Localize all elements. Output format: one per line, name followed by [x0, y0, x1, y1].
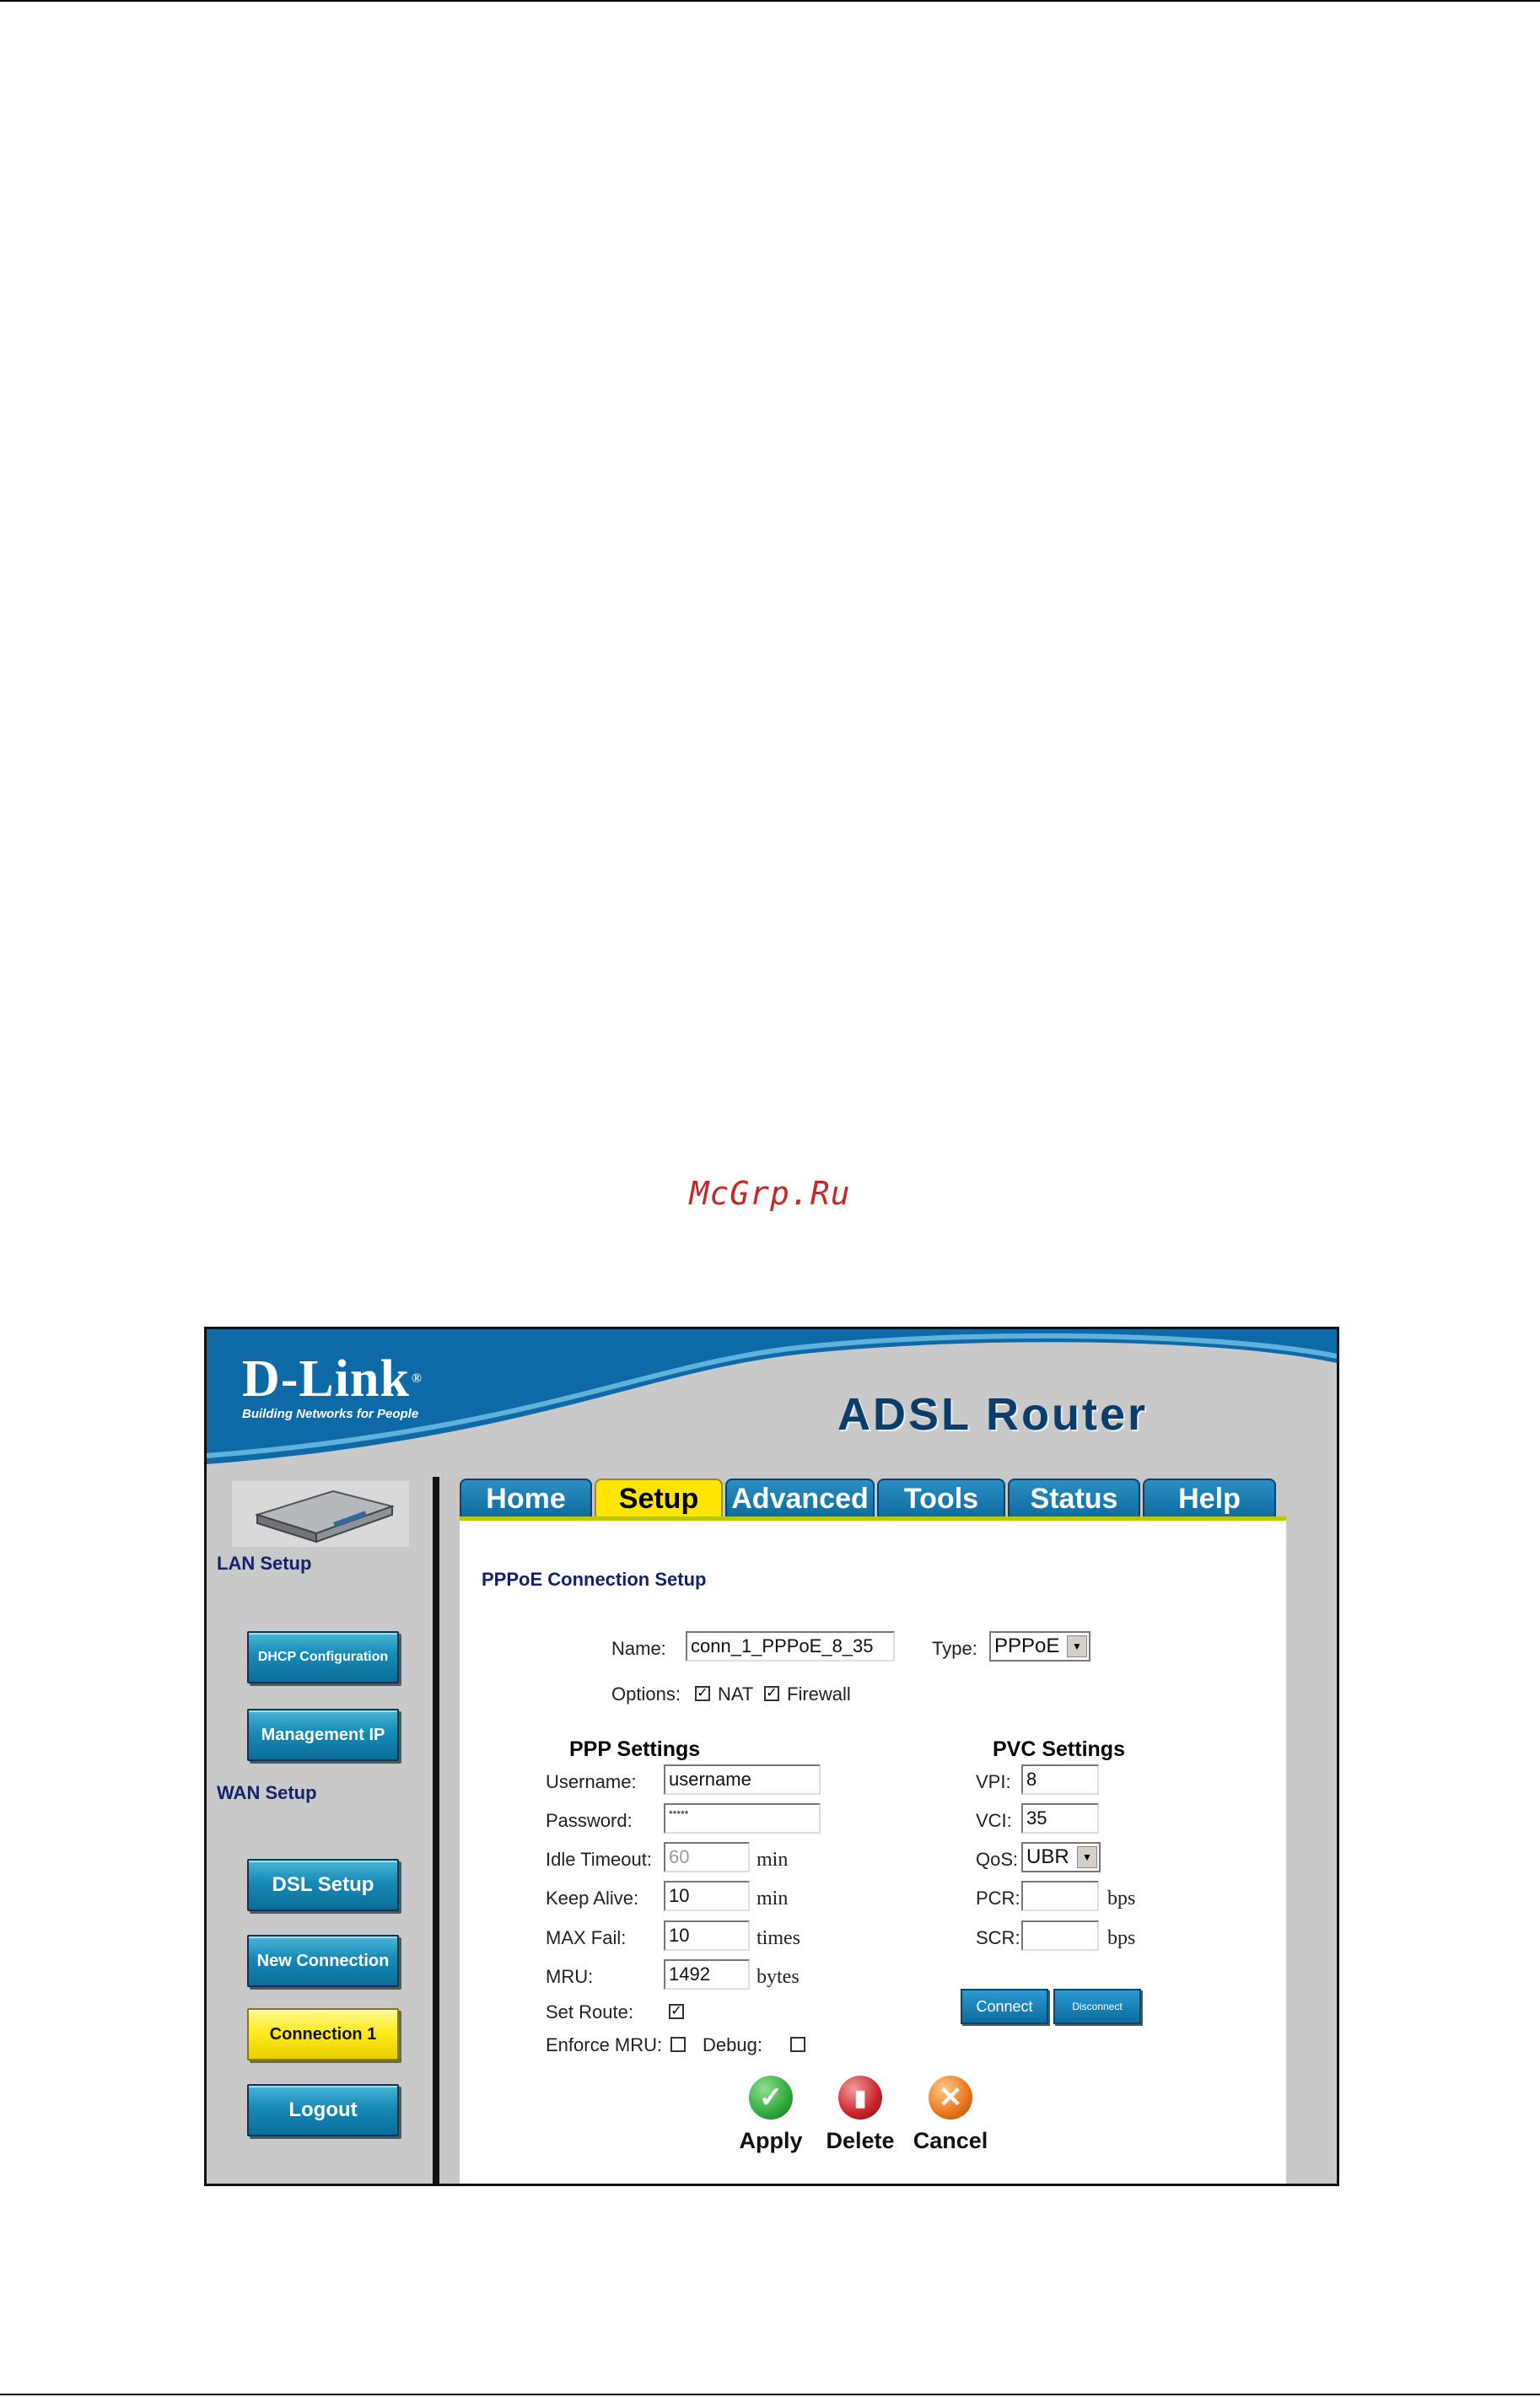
vpi-label: VPI: [976, 1771, 1011, 1792]
sidebar: LAN Setup DHCP Configuration Management … [207, 1477, 434, 2184]
sidebar-divider [433, 1477, 439, 2184]
tab-tools[interactable]: Tools [877, 1479, 1005, 1517]
bottom-rule [0, 2394, 1540, 2395]
pcr-input[interactable] [1021, 1881, 1099, 1911]
pvc-settings-heading: PVC Settings [993, 1737, 1125, 1761]
tab-setup[interactable]: Setup [595, 1479, 723, 1517]
page-title: PPPoE Connection Setup [482, 1569, 707, 1590]
keep-alive-label: Keep Alive: [546, 1888, 639, 1909]
mru-unit: bytes [757, 1966, 800, 1988]
vpi-input[interactable] [1021, 1764, 1099, 1795]
dlink-logo: D-Link ® Building Networks for People [242, 1350, 423, 1421]
connection-name-input[interactable] [686, 1631, 895, 1662]
checkmark-icon: ✓ [749, 2076, 793, 2120]
cancel-button[interactable]: ✕ Cancel [904, 2076, 997, 2154]
header-banner: D-Link ® Building Networks for People ADS… [207, 1329, 1337, 1477]
disconnect-button[interactable]: Disconnect [1053, 1989, 1141, 2024]
pcr-unit: bps [1107, 1888, 1136, 1910]
password-input[interactable]: ***** [664, 1803, 821, 1834]
keep-alive-unit: min [757, 1888, 789, 1910]
right-margin [1286, 1477, 1337, 2184]
tab-advanced[interactable]: Advanced [725, 1479, 875, 1517]
watermark: McGrp.Ru [689, 1175, 851, 1212]
pcr-label: PCR: [976, 1888, 1020, 1909]
tab-status[interactable]: Status [1008, 1479, 1140, 1517]
name-label: Name: [611, 1638, 666, 1659]
max-fail-unit: times [757, 1927, 800, 1949]
trash-icon: ▮ [838, 2076, 882, 2120]
qos-label: QoS: [976, 1849, 1019, 1870]
lan-setup-label: LAN Setup [217, 1553, 312, 1574]
enforce-mru-checkbox[interactable] [670, 2037, 686, 2052]
firewall-checkbox[interactable]: ✓ [764, 1686, 779, 1701]
product-title: ADSL Router [837, 1389, 1149, 1440]
close-icon: ✕ [929, 2076, 972, 2120]
idle-timeout-input[interactable] [664, 1842, 750, 1872]
idle-timeout-unit: min [757, 1849, 789, 1871]
max-fail-input[interactable] [664, 1920, 750, 1951]
scr-input[interactable] [1021, 1920, 1099, 1951]
vci-label: VCI: [976, 1810, 1012, 1831]
scr-unit: bps [1107, 1927, 1136, 1949]
management-ip-button[interactable]: Management IP [247, 1709, 399, 1761]
debug-label: Debug: [703, 2034, 762, 2055]
firewall-label: Firewall [787, 1683, 851, 1705]
connect-button[interactable]: Connect [961, 1989, 1048, 2024]
ppp-settings-heading: PPP Settings [569, 1737, 701, 1761]
username-input[interactable] [664, 1764, 821, 1795]
debug-checkbox[interactable] [790, 2037, 805, 2052]
enforce-mru-label: Enforce MRU: [546, 2034, 663, 2055]
options-label: Options: [611, 1683, 681, 1705]
main-content: PPPoE Connection Setup Name: Type: PPPoE… [460, 1521, 1286, 2184]
wan-setup-label: WAN Setup [217, 1782, 317, 1803]
logout-button[interactable]: Logout [247, 2084, 399, 2136]
keep-alive-input[interactable] [664, 1881, 750, 1911]
scr-label: SCR: [976, 1927, 1020, 1948]
chevron-down-icon: ▼ [1077, 1846, 1097, 1868]
set-route-checkbox[interactable]: ✓ [669, 2004, 684, 2019]
apply-button[interactable]: ✓ Apply [724, 2076, 817, 2154]
apply-label: Apply [739, 2128, 803, 2153]
delete-button[interactable]: ▮ Delete [814, 2076, 907, 2154]
vci-input[interactable] [1021, 1803, 1099, 1834]
username-label: Username: [546, 1771, 637, 1792]
max-fail-label: MAX Fail: [546, 1927, 627, 1948]
type-label: Type: [932, 1638, 977, 1659]
cancel-label: Cancel [913, 2128, 988, 2153]
chevron-down-icon: ▼ [1067, 1635, 1087, 1657]
router-screenshot: D-Link ® Building Networks for People ADS… [204, 1327, 1339, 2186]
mru-input[interactable] [664, 1959, 750, 1990]
tab-help[interactable]: Help [1143, 1479, 1276, 1517]
dhcp-configuration-button[interactable]: DHCP Configuration [247, 1631, 399, 1683]
delete-label: Delete [826, 2128, 895, 2153]
mru-label: MRU: [546, 1966, 594, 1987]
idle-timeout-label: Idle Timeout: [546, 1849, 652, 1870]
dsl-setup-button[interactable]: DSL Setup [247, 1859, 399, 1911]
set-route-label: Set Route: [546, 2001, 633, 2023]
nat-checkbox[interactable]: ✓ [695, 1686, 710, 1701]
connection-1-button[interactable]: Connection 1 [247, 2008, 399, 2060]
router-device-image [232, 1481, 409, 1547]
top-rule [0, 0, 1540, 2]
password-label: Password: [546, 1810, 633, 1831]
qos-select[interactable]: UBR ▼ [1021, 1842, 1101, 1872]
type-select[interactable]: PPPoE ▼ [989, 1631, 1090, 1662]
logo-tagline: Building Networks for People [242, 1407, 419, 1421]
nat-label: NAT [718, 1683, 754, 1705]
tab-home[interactable]: Home [460, 1479, 592, 1517]
new-connection-button[interactable]: New Connection [247, 1935, 399, 1987]
